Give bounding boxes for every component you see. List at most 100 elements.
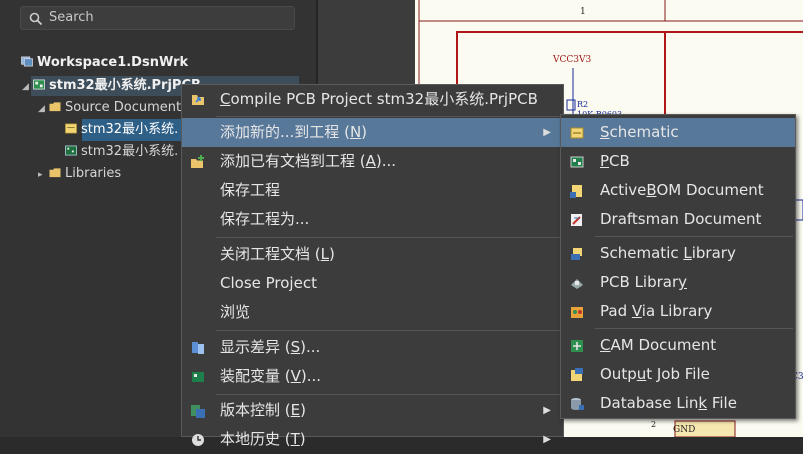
menu-label: 保存工程: [220, 181, 281, 199]
menu-label: 浏览: [220, 303, 251, 321]
pcb-icon: [570, 156, 584, 168]
project-context-menu: Compile PCB Project stm32最小系统.PrjPCB 添加新…: [181, 84, 564, 448]
submenu-pcb[interactable]: PCB: [561, 147, 795, 176]
menu-label: 版本控制 (E): [220, 401, 306, 419]
tree-workspace[interactable]: Workspace1.DsnWrk: [20, 53, 188, 73]
menu-label: PCB: [600, 152, 630, 170]
tree-libraries[interactable]: ▸ Libraries: [38, 164, 121, 184]
submenu-output-job-file[interactable]: Output Job File: [561, 360, 795, 389]
expand-arrow-icon[interactable]: ▸: [38, 165, 48, 185]
menu-label: Draftsman Document: [600, 210, 762, 228]
net-label-vcc3v3: VCC3V3: [553, 55, 592, 65]
project-icon: [33, 79, 45, 90]
menu-separator: [216, 394, 561, 395]
source-folder-label: Source Documents: [65, 100, 188, 115]
menu-variants[interactable]: 装配变量 (V)...: [182, 362, 563, 391]
doc-schematic-label: stm32最小系统.: [81, 122, 179, 137]
pcb-library-icon: [571, 279, 583, 289]
menu-label: Database Link File: [600, 394, 737, 412]
folder-icon: [49, 168, 61, 178]
libraries-label: Libraries: [65, 166, 122, 181]
doc-pcb-label: stm32最小系统.: [81, 144, 179, 159]
submenu-activebom[interactable]: ActiveBOM Document: [561, 176, 795, 205]
menu-add-existing-to-project[interactable]: 添加已有文档到工程 (A)...: [182, 147, 563, 176]
menu-show-differences[interactable]: 显示差异 (S)...: [182, 333, 563, 362]
menu-label: CAM Document: [600, 336, 717, 354]
menu-label: Output Job File: [600, 365, 710, 383]
add-existing-icon: [191, 155, 204, 168]
pin-number: 2: [651, 420, 657, 429]
diff-icon: [192, 342, 204, 354]
menu-label: Pad Via Library: [600, 302, 713, 320]
cam-icon: [571, 340, 583, 352]
menu-close-project-documents[interactable]: 关闭工程文档 (L): [182, 240, 563, 269]
search-input[interactable]: Search: [20, 6, 295, 30]
menu-separator: [216, 330, 561, 331]
collapse-arrow-icon[interactable]: ◢: [22, 77, 32, 97]
menu-close-project[interactable]: Close Project: [182, 269, 563, 298]
version-control-icon: [191, 405, 205, 418]
menu-label: ActiveBOM Document: [600, 181, 764, 199]
history-icon: [192, 434, 204, 446]
compile-icon: [192, 95, 204, 105]
submenu-database-link-file[interactable]: Database Link File: [561, 389, 795, 418]
menu-label: 添加新的...到工程 (N): [220, 123, 368, 141]
schematic-doc-icon: [65, 123, 77, 134]
submenu-schematic-library[interactable]: Schematic Library: [561, 239, 795, 268]
search-placeholder: Search: [49, 10, 94, 25]
variants-icon: [192, 372, 204, 382]
submenu-cam-document[interactable]: CAM Document: [561, 331, 795, 360]
menu-local-history[interactable]: 本地历史 (T) ▶: [182, 425, 563, 454]
menu-label: 装配变量 (V)...: [220, 367, 322, 385]
tree-doc-pcb[interactable]: stm32最小系统.: [64, 142, 178, 162]
menu-compile-project[interactable]: Compile PCB Project stm32最小系统.PrjPCB: [182, 85, 563, 114]
menu-label: Close Project: [220, 274, 317, 292]
schematic-icon: [570, 127, 584, 139]
resistor-ref: R2: [577, 100, 589, 109]
submenu-arrow-icon: ▶: [543, 405, 551, 416]
menu-separator: [595, 236, 793, 237]
draftsman-icon: [571, 214, 582, 226]
menu-version-control[interactable]: 版本控制 (E) ▶: [182, 396, 563, 425]
menu-label: 显示差异 (S)...: [220, 338, 321, 356]
submenu-pcb-library[interactable]: PCB Library: [561, 268, 795, 297]
submenu-arrow-icon: ▶: [543, 127, 551, 138]
menu-explore[interactable]: 浏览: [182, 298, 563, 327]
menu-separator: [595, 328, 793, 329]
sheet-column-number: 1: [580, 7, 586, 17]
workspace-label: Workspace1.DsnWrk: [37, 55, 189, 70]
submenu-pad-via-library[interactable]: Pad Via Library: [561, 297, 795, 326]
tree-project[interactable]: ◢ stm32最小系统.PrjPCB: [22, 76, 201, 96]
add-new-submenu: Schematic PCB ActiveBOM Document Draftsm…: [560, 114, 796, 419]
menu-separator: [216, 237, 561, 238]
tree-source-documents[interactable]: ◢ Source Documents: [38, 98, 188, 118]
submenu-draftsman[interactable]: Draftsman Document: [561, 205, 795, 234]
submenu-arrow-icon: ▶: [543, 434, 551, 445]
menu-label: Schematic: [600, 123, 679, 141]
menu-save-project[interactable]: 保存工程: [182, 176, 563, 205]
pcb-doc-icon: [65, 145, 77, 156]
tree-doc-schematic[interactable]: stm32最小系统.: [64, 120, 178, 140]
menu-separator: [216, 116, 561, 117]
menu-label: PCB Library: [600, 273, 688, 291]
menu-label: 本地历史 (T): [220, 430, 306, 448]
pad-via-library-icon: [571, 307, 583, 318]
menu-label: 添加已有文档到工程 (A)...: [220, 152, 397, 170]
workspace-icon: [21, 56, 33, 67]
menu-save-project-as[interactable]: 保存工程为...: [182, 205, 563, 234]
activebom-icon: [570, 185, 582, 198]
collapse-arrow-icon[interactable]: ◢: [38, 99, 48, 119]
menu-label: 关闭工程文档 (L): [220, 245, 335, 263]
search-icon: [29, 12, 43, 26]
menu-label: 保存工程为...: [220, 210, 310, 228]
gnd-label: GND: [673, 425, 696, 435]
schematic-library-icon: [571, 248, 582, 260]
menu-label: Compile PCB Project stm32最小系统.PrjPCB: [220, 90, 538, 108]
database-link-icon: [571, 398, 584, 410]
menu-label: Schematic Library: [600, 244, 736, 262]
folder-icon: [49, 102, 61, 112]
submenu-schematic[interactable]: Schematic: [561, 118, 795, 147]
menu-add-new-to-project[interactable]: 添加新的...到工程 (N) ▶: [182, 118, 563, 147]
output-job-icon: [571, 368, 583, 381]
project-label: stm32最小系统.PrjPCB: [49, 78, 201, 93]
